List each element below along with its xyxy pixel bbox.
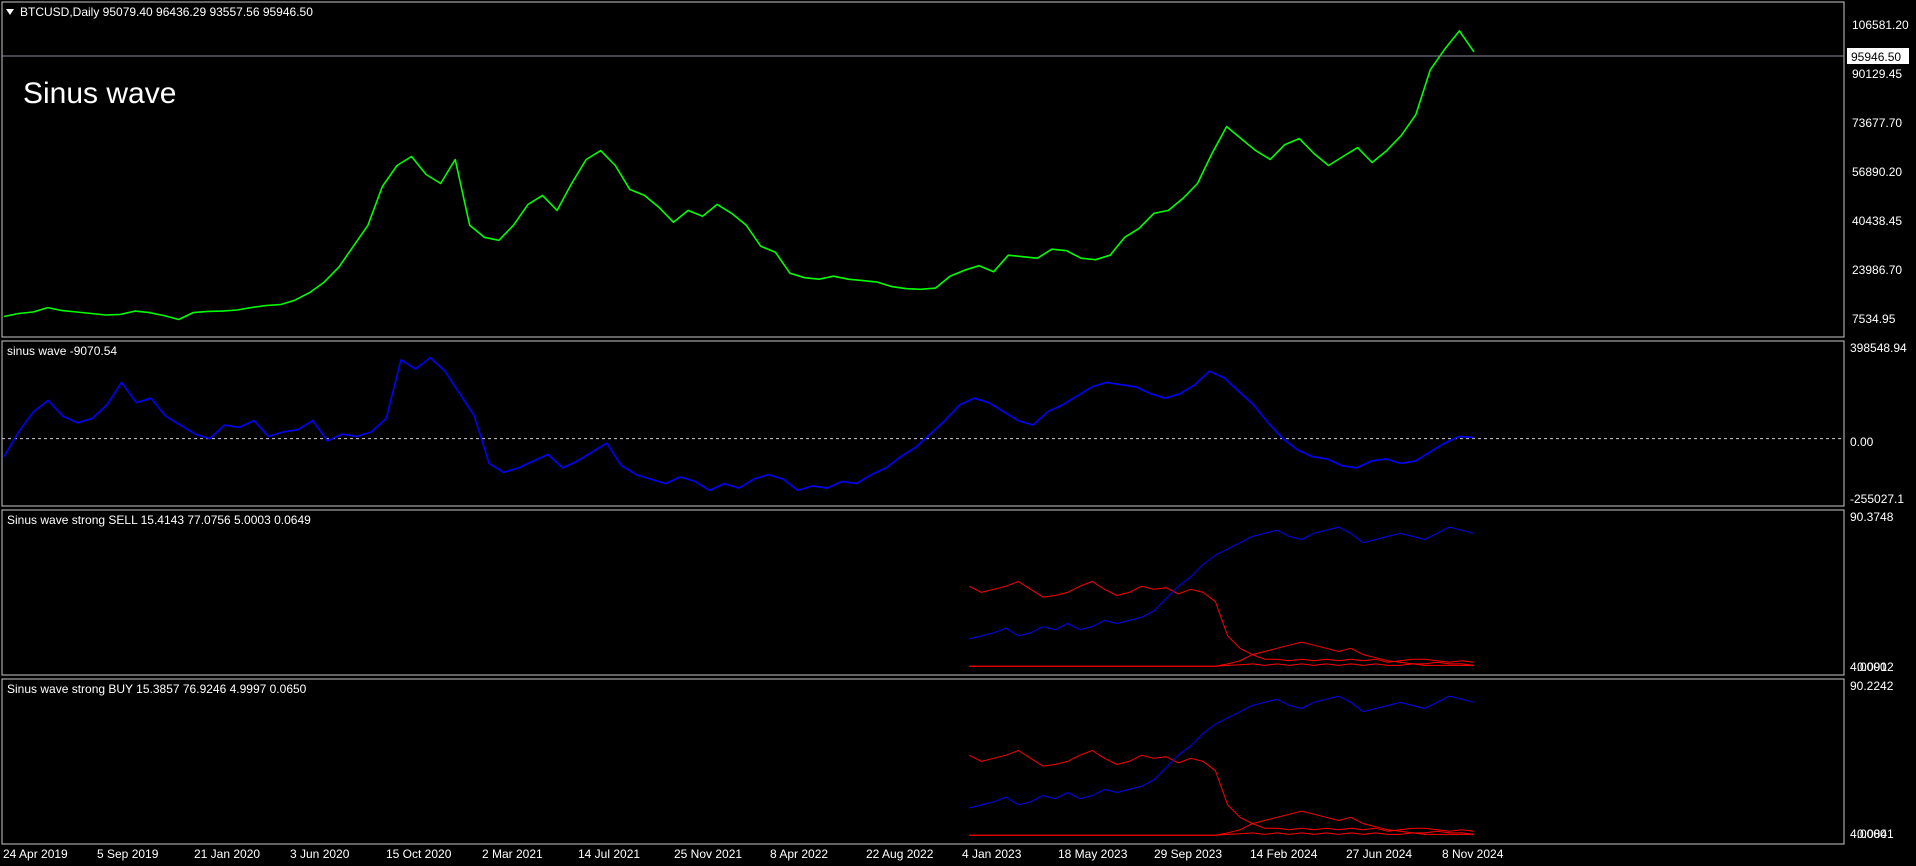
x-tick-label: 8 Apr 2022 — [770, 847, 828, 861]
price-tick-label: 23986.70 — [1852, 263, 1902, 277]
sinus-y-axis: 398548.94 0.00 -255027.1 — [1850, 341, 1907, 506]
price-tick-label: 73677.70 — [1852, 116, 1902, 130]
x-tick-label: 21 Jan 2020 — [194, 847, 260, 861]
price-tick-label: 56890.20 — [1852, 165, 1902, 179]
trading-chart-window: BTCUSD,Daily 95079.40 96436.29 93557.56 … — [0, 0, 1916, 866]
current-price-label: 95946.50 — [1851, 50, 1901, 64]
buy-series-line-0 — [968, 750, 1475, 832]
buy-y-axis: 90.2242 4.0000 0.0841 — [1850, 679, 1894, 841]
x-tick-label: 8 Nov 2024 — [1442, 847, 1504, 861]
x-tick-label: 4 Jan 2023 — [962, 847, 1022, 861]
buy-series-line-2 — [969, 810, 1475, 836]
x-tick-label: 27 Jun 2024 — [1346, 847, 1412, 861]
x-tick-label: 14 Feb 2024 — [1250, 847, 1318, 861]
x-tick-label: 15 Oct 2020 — [386, 847, 452, 861]
x-axis: 24 Apr 2019 5 Sep 2019 21 Jan 2020 3 Jun… — [3, 847, 1504, 861]
sell-y-axis: 90.3748 4.0000 0.0912 — [1850, 510, 1894, 674]
price-y-axis: 106581.20 90129.45 73677.70 56890.20 404… — [1852, 18, 1909, 326]
x-tick-label: 14 Jul 2021 — [578, 847, 640, 861]
price-line — [3, 30, 1475, 321]
sinus-tick-label: 0.00 — [1850, 435, 1874, 449]
sinus-panel-title: sinus wave -9070.54 — [7, 344, 117, 358]
buy-tick-label: 90.2242 — [1850, 679, 1894, 693]
x-tick-label: 22 Aug 2022 — [866, 847, 934, 861]
x-tick-label: 24 Apr 2019 — [3, 847, 68, 861]
sell-series-line-1 — [968, 526, 1475, 640]
buy-panel-title: Sinus wave strong BUY 15.3857 76.9246 4.… — [7, 682, 307, 696]
price-tick-label: 40438.45 — [1852, 214, 1902, 228]
header-area: BTCUSD,Daily 95079.40 96436.29 93557.56 … — [6, 5, 313, 110]
current-price-marker: 95946.50 — [1847, 48, 1909, 64]
panel-frame-1 — [1, 340, 1845, 507]
panel-frame-0 — [1, 1, 1845, 338]
sinus-tick-label: -255027.1 — [1850, 492, 1904, 506]
panel-frames — [1, 1, 1845, 845]
x-tick-label: 25 Nov 2021 — [674, 847, 742, 861]
x-tick-label: 3 Jun 2020 — [290, 847, 350, 861]
symbol-header: BTCUSD,Daily 95079.40 96436.29 93557.56 … — [20, 5, 313, 19]
dropdown-triangle-icon[interactable] — [6, 9, 14, 15]
panel-frame-2 — [1, 509, 1845, 676]
buy-series-line-1 — [968, 695, 1475, 809]
price-tick-label: 7534.95 — [1852, 312, 1896, 326]
sell-tick-label: 0.0912 — [1857, 660, 1894, 674]
x-tick-label: 29 Sep 2023 — [1154, 847, 1222, 861]
sell-series-line-0 — [968, 581, 1475, 663]
sell-panel-title: Sinus wave strong SELL 15.4143 77.0756 5… — [7, 513, 311, 527]
sinus-wave-overlay-title: Sinus wave — [23, 77, 176, 110]
panel-frame-3 — [1, 678, 1845, 845]
sell-tick-label: 90.3748 — [1850, 510, 1894, 524]
price-tick-label: 90129.45 — [1852, 67, 1902, 81]
sinus-tick-label: 398548.94 — [1850, 341, 1907, 355]
sinus-wave-line — [3, 356, 1475, 492]
x-tick-label: 2 Mar 2021 — [482, 847, 543, 861]
buy-tick-label: 0.0841 — [1857, 827, 1894, 841]
x-tick-label: 18 May 2023 — [1058, 847, 1128, 861]
x-tick-label: 5 Sep 2019 — [97, 847, 159, 861]
price-tick-label: 106581.20 — [1852, 18, 1909, 32]
sell-series-line-2 — [969, 641, 1475, 667]
chart-canvas[interactable]: BTCUSD,Daily 95079.40 96436.29 93557.56 … — [0, 0, 1916, 866]
